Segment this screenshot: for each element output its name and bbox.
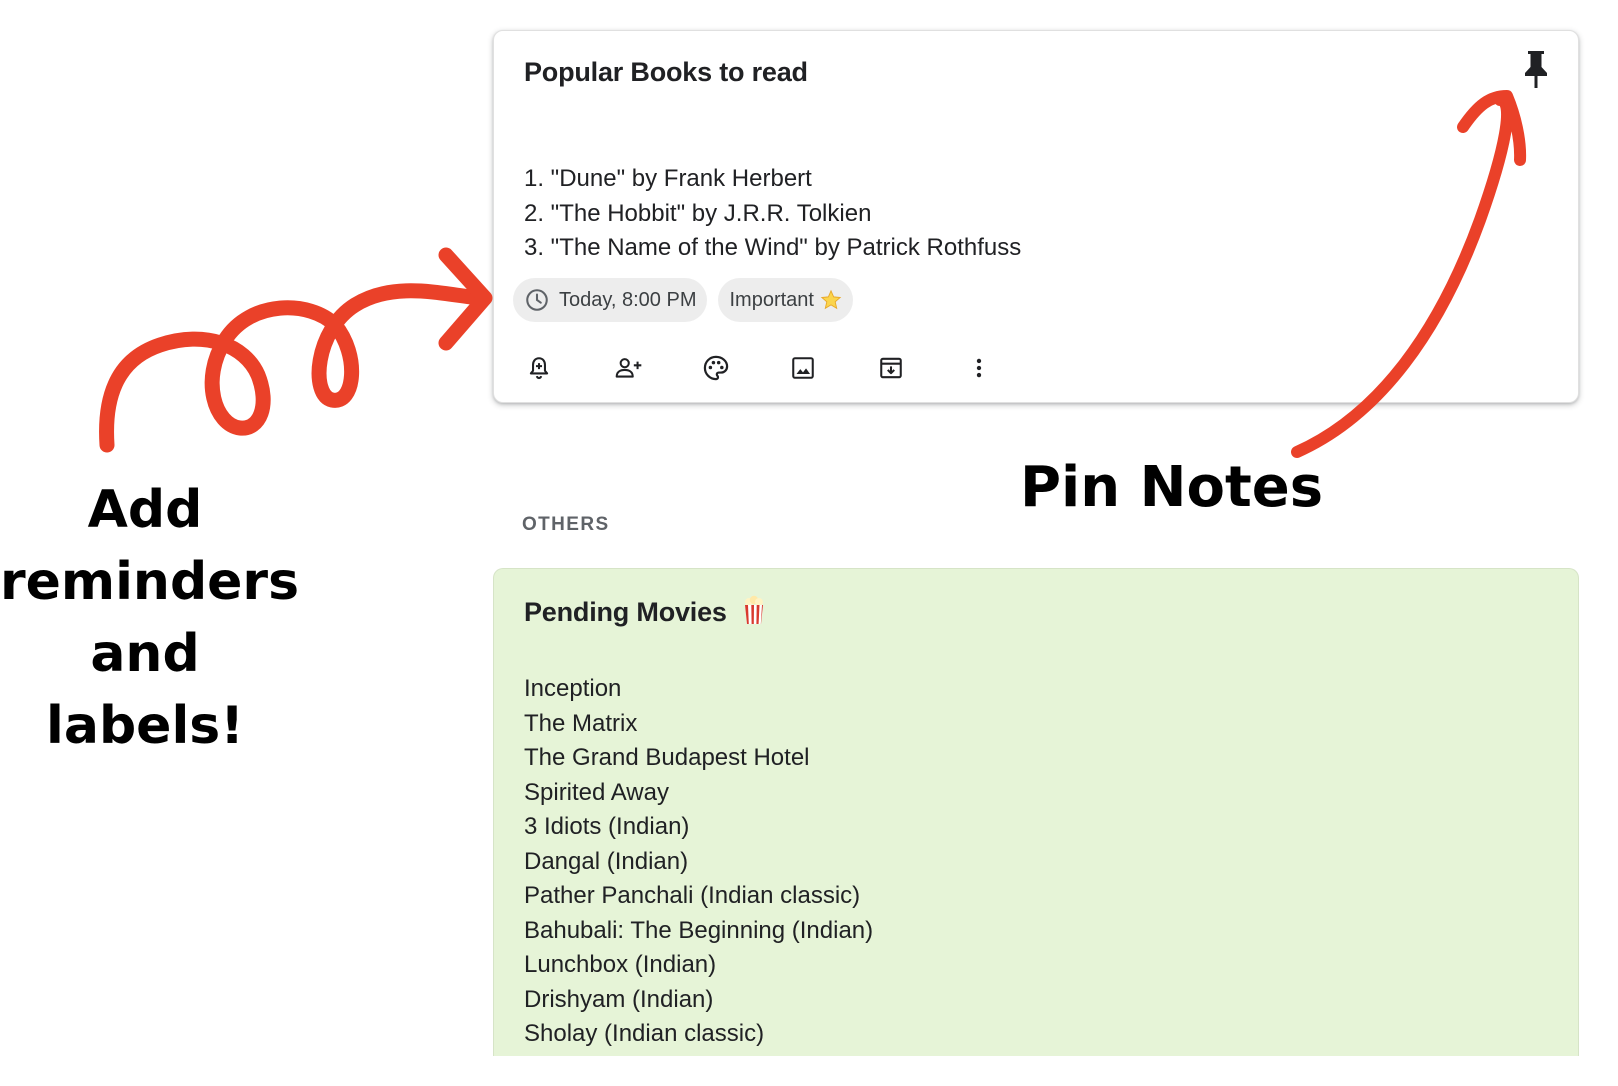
pin-icon [1525, 51, 1547, 88]
note-toolbar [526, 348, 1054, 388]
remind-me-button[interactable] [526, 348, 614, 388]
pin-note-button[interactable] [1516, 49, 1556, 89]
archive-button[interactable] [878, 348, 966, 388]
reminder-chip[interactable]: Today, 8:00 PM [513, 278, 708, 322]
note-body: Inception The Matrix The Grand Budapest … [524, 672, 873, 1052]
list-item: Spirited Away [524, 778, 669, 806]
annotation-line: Add [87, 480, 203, 540]
list-item: Pather Panchali (Indian classic) [524, 882, 861, 909]
more-options-button[interactable] [966, 348, 1054, 388]
list-item: Drishyam (Indian) [524, 985, 714, 1013]
star-icon [820, 289, 842, 311]
label-chip[interactable]: Important [718, 278, 853, 322]
curly-arrow [99, 283, 488, 453]
collaborator-button[interactable] [614, 348, 702, 388]
list-item: Sholay (Indian classic) [524, 1020, 765, 1047]
annotation-pin-notes: Pin Notes [1020, 455, 1324, 520]
list-item: 2. "The Hobbit" by J.R.R. Tolkien [524, 199, 872, 227]
background-options-button[interactable] [702, 348, 790, 388]
annotation-add-reminders: Add reminders and labels! [0, 474, 300, 762]
bell-plus-icon [529, 357, 549, 380]
list-item: The Matrix [524, 709, 638, 737]
more-vert-icon [976, 358, 982, 378]
annotation-line: reminders [0, 552, 300, 612]
list-item: 3 Idiots (Indian) [524, 813, 690, 840]
curly-arrowhead [438, 247, 493, 351]
label-chip-text: Important [729, 288, 814, 311]
list-item: 3. "The Name of the Wind" by Patrick Rot… [524, 234, 1022, 261]
popcorn-icon [742, 595, 766, 632]
list-item: Inception [524, 675, 622, 702]
image-icon [792, 357, 814, 379]
section-label-others: OTHERS [522, 514, 610, 535]
note-title: Popular Books to read [524, 57, 808, 87]
note-body: 1. "Dune" by Frank Herbert 2. "The Hobbi… [524, 162, 1021, 266]
note-title-text: Pending Movies [524, 597, 727, 627]
clock-icon [524, 287, 550, 313]
annotation-line: and labels! [46, 624, 244, 756]
bottom-crop [0, 1056, 1618, 1086]
list-item: 1. "Dune" by Frank Herbert [524, 165, 812, 192]
add-image-button[interactable] [790, 348, 878, 388]
person-add-icon [615, 358, 642, 378]
reminder-chip-label: Today, 8:00 PM [559, 288, 697, 311]
pinned-note-card[interactable]: Popular Books to read 1. "Dune" by Frank… [493, 30, 1579, 403]
list-item: Dangal (Indian) [524, 847, 689, 875]
list-item: Lunchbox (Indian) [524, 951, 717, 978]
note-chips: Today, 8:00 PM Important [513, 278, 853, 322]
other-note-card[interactable]: Pending Movies Inception The Matrix The … [493, 568, 1579, 1086]
palette-icon [703, 355, 729, 381]
list-item: Bahubali: The Beginning (Indian) [524, 916, 874, 944]
note-title: Pending Movies [524, 595, 766, 632]
archive-icon [880, 357, 902, 379]
list-item: The Grand Budapest Hotel [524, 744, 810, 771]
